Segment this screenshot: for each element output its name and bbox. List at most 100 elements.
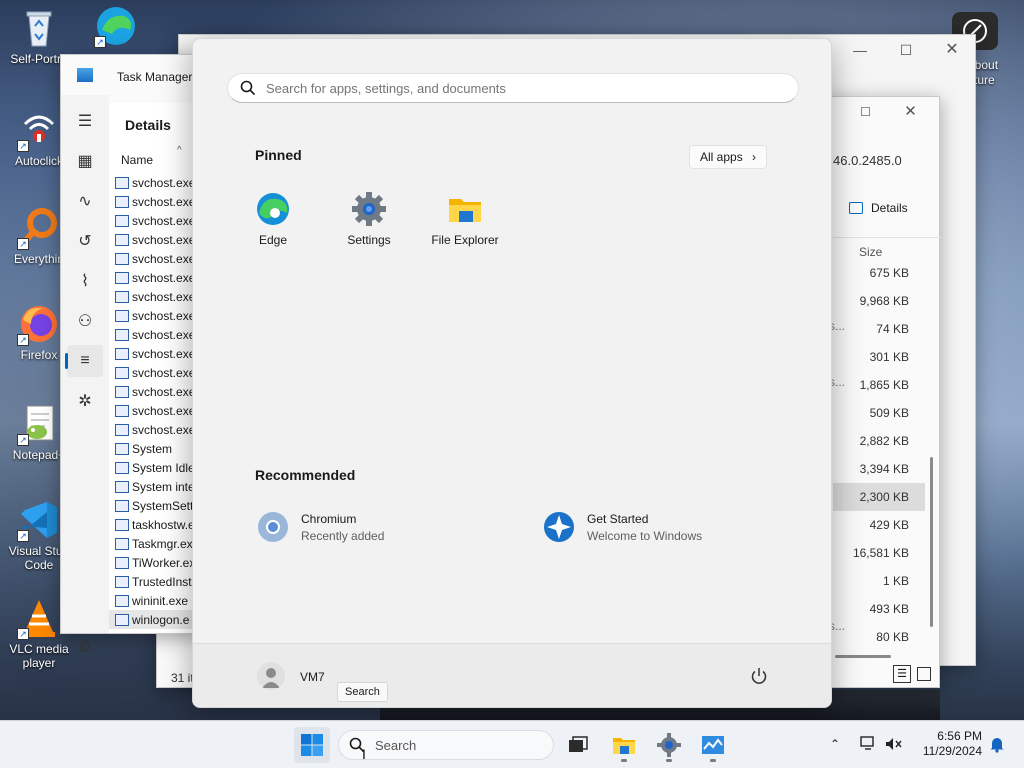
- power-button[interactable]: [749, 666, 769, 686]
- volume-muted-icon[interactable]: [884, 735, 904, 753]
- recommended-item-chromium[interactable]: Chromium Recently added: [257, 511, 384, 543]
- list-view-icon[interactable]: ☰: [893, 665, 911, 683]
- app-history-icon[interactable]: ↺: [67, 225, 103, 257]
- taskbar-task-manager[interactable]: [695, 727, 731, 763]
- process-name: svchost.exe: [132, 327, 196, 342]
- pinned-app-edge[interactable]: Edge: [229, 191, 317, 247]
- startup-apps-icon[interactable]: ⌇: [67, 265, 103, 297]
- user-avatar[interactable]: [257, 662, 285, 690]
- process-icon: [115, 309, 129, 322]
- table-row[interactable]: svchost.exe: [109, 382, 200, 401]
- table-row[interactable]: winlogon.e: [109, 610, 200, 629]
- details-button[interactable]: Details: [849, 201, 908, 215]
- table-row[interactable]: svchost.exe: [109, 230, 200, 249]
- network-icon[interactable]: [860, 735, 880, 753]
- table-row[interactable]: svchost.exe: [109, 192, 200, 211]
- shortcut-arrow-icon: ↗: [17, 140, 29, 152]
- table-row[interactable]: svchost.exe: [109, 249, 200, 268]
- table-row[interactable]: svchost.exe: [109, 306, 200, 325]
- task-view-icon: [569, 736, 588, 752]
- size-cell: 9,968 KB: [859, 294, 909, 308]
- table-row[interactable]: TiWorker.ex: [109, 553, 200, 572]
- shortcut-arrow-icon: ↗: [17, 628, 29, 640]
- running-indicator: [666, 759, 672, 762]
- task-manager-window[interactable]: Task Manager ☰ ▦ ∿ ↺ ⌇ ⚇ ≡ ✲ ⚙ Details N…: [60, 54, 200, 656]
- recommended-item-get-started[interactable]: Get Started Welcome to Windows: [543, 511, 702, 543]
- taskbar-file-explorer[interactable]: [606, 727, 642, 763]
- recommended-item-subtitle: Welcome to Windows: [587, 528, 703, 543]
- process-icon: [115, 214, 129, 227]
- start-button[interactable]: [294, 727, 330, 763]
- all-apps-button[interactable]: All apps ›: [689, 145, 768, 169]
- task-view-button[interactable]: [560, 727, 596, 763]
- users-icon[interactable]: ⚇: [67, 305, 103, 337]
- show-hidden-icons-chevron-icon[interactable]: ⌃: [830, 737, 840, 751]
- performance-icon[interactable]: ∿: [67, 185, 103, 217]
- tile-view-icon[interactable]: [917, 667, 931, 681]
- vertical-scrollbar[interactable]: [930, 457, 933, 627]
- process-name: svchost.exe: [132, 422, 196, 437]
- table-row[interactable]: TrustedInsta: [109, 572, 200, 591]
- notification-bell-icon[interactable]: [988, 735, 1006, 753]
- shortcut-arrow-icon: ↗: [17, 530, 29, 542]
- horizontal-scrollbar[interactable]: [835, 655, 891, 658]
- size-cell: 16,581 KB: [852, 546, 909, 560]
- process-name: svchost.exe: [132, 270, 196, 285]
- column-header-size[interactable]: Size: [859, 245, 882, 259]
- settings-gear-icon[interactable]: ⚙: [67, 631, 103, 663]
- table-row[interactable]: SystemSetti: [109, 496, 200, 515]
- table-row[interactable]: Taskmgr.ex: [109, 534, 200, 553]
- window-title: Task Manager: [117, 70, 193, 84]
- taskbar-search[interactable]: Search: [338, 730, 554, 760]
- maximize-button[interactable]: ☐: [843, 97, 888, 127]
- table-row[interactable]: taskhostw.e: [109, 515, 200, 534]
- version-text: 46.0.2485.0: [833, 153, 902, 168]
- edge-icon: [255, 191, 291, 227]
- services-icon[interactable]: ✲: [67, 385, 103, 417]
- windows-logo-icon: [301, 734, 323, 756]
- search-tooltip: Search: [337, 682, 388, 702]
- table-row[interactable]: svchost.exe: [109, 211, 200, 230]
- process-name: System inte: [132, 479, 195, 494]
- start-search-box[interactable]: [227, 73, 799, 103]
- autoclick-icon: ↗: [17, 108, 61, 152]
- table-row[interactable]: svchost.exe: [109, 287, 200, 306]
- shortcut-arrow-icon: ↗: [94, 36, 106, 48]
- close-button[interactable]: ✕: [929, 35, 975, 67]
- processes-icon[interactable]: ▦: [67, 145, 103, 177]
- chevron-right-icon: ›: [752, 150, 757, 164]
- process-icon: [115, 176, 129, 189]
- table-row[interactable]: System inte: [109, 477, 200, 496]
- folder-icon: [447, 191, 483, 227]
- table-row[interactable]: svchost.exe: [109, 173, 200, 192]
- table-row[interactable]: svchost.exe: [109, 325, 200, 344]
- maximize-button[interactable]: ☐: [883, 35, 929, 67]
- process-name: wininit.exe: [132, 593, 189, 608]
- table-row[interactable]: System: [109, 439, 200, 458]
- process-icon: [115, 518, 129, 531]
- process-icon: [115, 328, 129, 341]
- search-input[interactable]: [266, 80, 786, 96]
- table-row[interactable]: wininit.exe: [109, 591, 200, 610]
- taskbar-settings[interactable]: [651, 727, 687, 763]
- table-row[interactable]: System Idle: [109, 458, 200, 477]
- process-icon: [115, 499, 129, 512]
- text-cursor-icon: I: [362, 746, 366, 762]
- minimize-button[interactable]: —: [837, 35, 883, 67]
- clock[interactable]: 6:56 PM 11/29/2024: [912, 729, 982, 759]
- user-name[interactable]: VM7: [300, 670, 325, 684]
- pinned-app-settings[interactable]: Settings: [325, 191, 413, 247]
- table-row[interactable]: svchost.exe: [109, 344, 200, 363]
- details-icon[interactable]: ≡: [67, 345, 103, 377]
- table-row[interactable]: svchost.exe: [109, 401, 200, 420]
- column-header-name[interactable]: Name: [121, 153, 153, 167]
- hamburger-menu-icon[interactable]: ☰: [67, 105, 103, 137]
- table-row[interactable]: svchost.exe: [109, 363, 200, 382]
- pinned-app-file-explorer[interactable]: File Explorer: [421, 191, 509, 247]
- process-name: TiWorker.ex: [132, 555, 196, 570]
- table-row[interactable]: svchost.exe: [109, 420, 200, 439]
- close-button[interactable]: ✕: [888, 97, 933, 127]
- folder-icon: [613, 738, 635, 754]
- table-row[interactable]: svchost.exe: [109, 268, 200, 287]
- desktop-icon-edge[interactable]: ↗: [80, 4, 152, 50]
